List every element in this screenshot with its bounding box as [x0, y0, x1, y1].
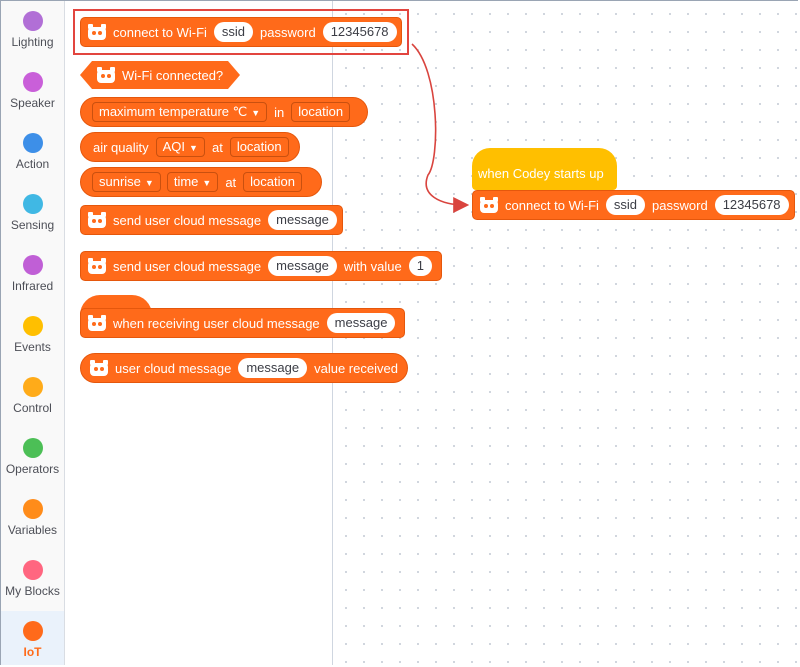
- drag-arrow: [411, 43, 470, 213]
